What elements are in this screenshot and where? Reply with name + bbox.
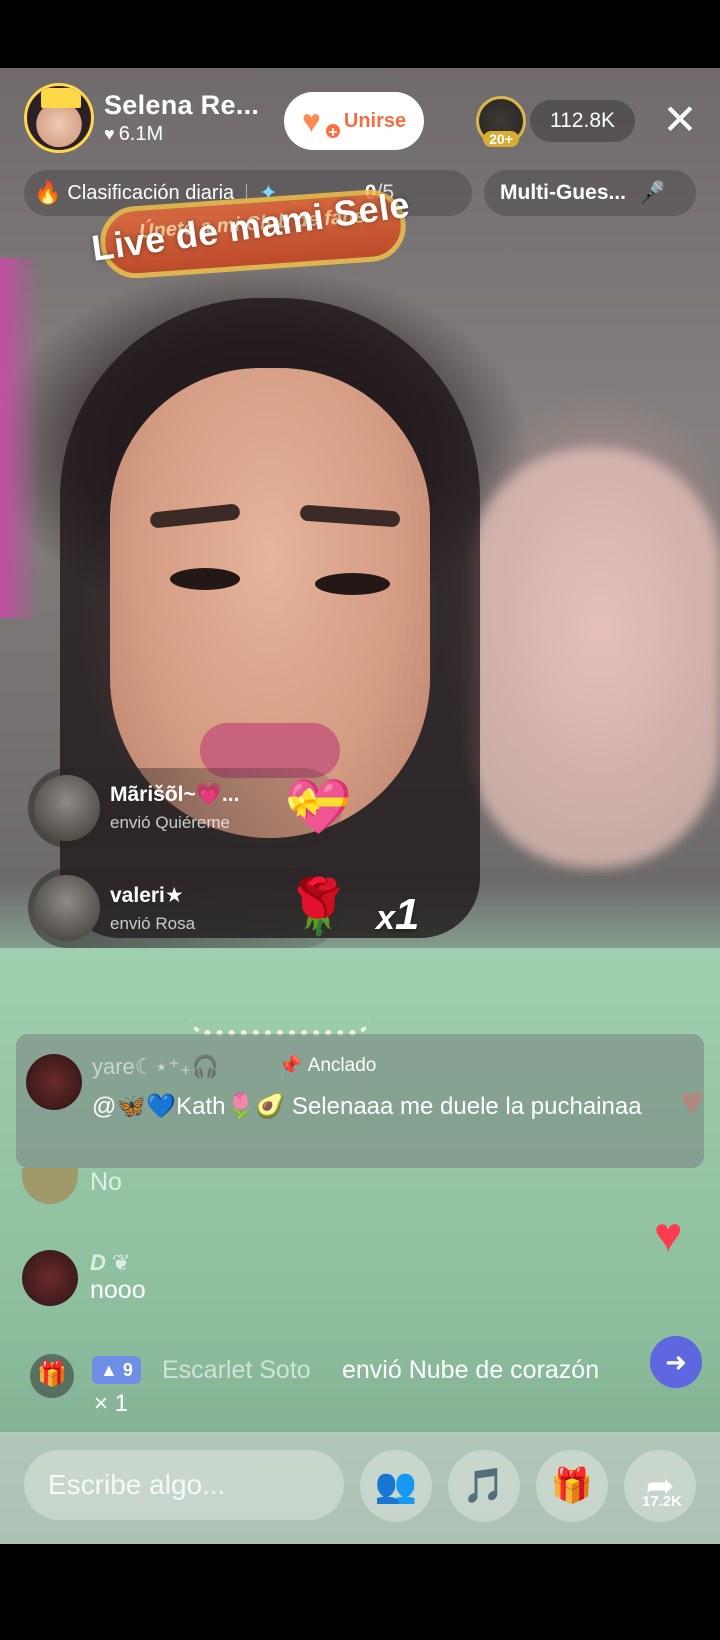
comment-item[interactable]: D ❦ nooo <box>22 1250 146 1306</box>
commenter-avatar[interactable] <box>22 1250 78 1306</box>
eye-right <box>315 573 390 595</box>
gift-action: envió Quiéreme <box>110 813 231 832</box>
fire-icon: 🔥 <box>34 180 62 205</box>
comment-input[interactable]: Escribe algo... <box>24 1450 344 1520</box>
combo-count: 1 <box>394 890 420 939</box>
viewer-count[interactable]: 112.8K <box>530 100 635 142</box>
gifter-name: Mãrišõl~💗... <box>110 783 240 806</box>
pinned-comment[interactable]: yare☾⋆⁺₊🎧 📌 Anclado @🦋💙Kath🌷🥑 Selenaaa m… <box>16 1034 704 1168</box>
gift-action: envió Rosa <box>110 913 196 933</box>
heart-icon: ♥ <box>680 1080 704 1124</box>
gift-icon[interactable]: 🎁 <box>536 1450 608 1522</box>
pinned-message: @🦋💙Kath🌷🥑 Selenaaa me duele la puchainaa <box>92 1093 642 1120</box>
pinned-label: Anclado <box>307 1055 377 1076</box>
fan-heart-icon: ♥ + <box>302 105 342 141</box>
promo-icon[interactable]: 🎵 <box>448 1450 520 1522</box>
gifter-name: valeri★ <box>110 883 184 907</box>
gift-combo-counter: x1 <box>376 890 419 940</box>
gifter-avatar[interactable] <box>34 875 100 941</box>
gift-action: envió Nube de corazón <box>342 1356 600 1384</box>
host-likes-count: 6.1M <box>118 123 164 145</box>
multi-guest-label: Multi-Gues... <box>500 181 626 204</box>
gift-notification: Mãrišõl~💗... envió Quiéreme 💝 <box>28 768 352 848</box>
comment-message: No <box>90 1168 122 1196</box>
pinned-tag: 📌 Anclado <box>278 1054 376 1078</box>
gifter-name[interactable]: Escarlet Soto <box>162 1356 311 1385</box>
share-icon[interactable]: ➦ <box>624 1450 696 1522</box>
gift-text: valeri★ envió Rosa <box>110 883 195 934</box>
host-info: Selena Re... ♥ 6.1M <box>104 90 259 146</box>
gift-text: Mãrišõl~💗... envió Quiéreme <box>110 783 239 833</box>
comment-message: nooo <box>90 1276 146 1304</box>
level-value: 9 <box>122 1360 133 1380</box>
gift-ticker: 🎁 ▲ 9 Escarlet Soto envió Nube de corazó… <box>30 1336 710 1420</box>
user-level-badge: ▲ 9 <box>92 1356 141 1384</box>
close-icon[interactable]: ✕ <box>660 98 700 142</box>
background-light <box>0 258 40 618</box>
multi-guest-button[interactable]: Multi-Gues... 🎤 <box>484 170 696 216</box>
rose-gift-icon: 🌹 <box>284 877 352 937</box>
gift-notification: valeri★ envió Rosa 🌹 <box>28 868 352 948</box>
waving-hand <box>470 448 720 868</box>
share-count: 17.2K <box>641 1493 683 1510</box>
commenter-avatar[interactable] <box>22 1168 78 1204</box>
commenter-name: yare☾⋆⁺₊🎧 <box>92 1054 219 1079</box>
heart-icon: ♥ <box>654 1209 683 1262</box>
host-likes: ♥ 6.1M <box>104 123 259 146</box>
join-fan-club-button[interactable]: ♥ + Unirse <box>284 92 424 150</box>
eye-left <box>170 568 240 590</box>
commenter-name: D ❦ <box>90 1250 131 1275</box>
viewers-area[interactable]: 20+ 112.8K <box>476 96 635 147</box>
heart-face-gift-icon: 💝 <box>284 777 352 837</box>
comment-item[interactable]: No <box>22 1168 122 1204</box>
gift-box-icon: 🎁 <box>30 1354 74 1398</box>
rank-badge-label: 20+ <box>483 131 519 147</box>
host-avatar[interactable] <box>24 83 94 153</box>
comment-body: No <box>90 1168 122 1197</box>
host-name: Selena Re... <box>104 90 260 120</box>
comment-body: D ❦ nooo <box>90 1250 146 1305</box>
pin-icon: 📌 <box>278 1056 302 1077</box>
host-profile[interactable]: Selena Re... ♥ 6.1M <box>24 83 259 153</box>
commenter-avatar[interactable] <box>26 1054 82 1110</box>
gift-count: × 1 <box>94 1390 129 1417</box>
microphone-icon: 🎤 <box>638 180 666 205</box>
top-viewer-badge[interactable]: 20+ <box>476 96 526 147</box>
gifter-avatar[interactable] <box>34 775 100 841</box>
multi-guest-icon[interactable]: 👥 <box>360 1450 432 1522</box>
combo-prefix: x <box>376 899 395 937</box>
join-label: Unirse <box>343 109 407 132</box>
arrow-right-icon[interactable]: ➜ <box>650 1336 702 1388</box>
heart-icon: ♥ <box>104 124 115 144</box>
